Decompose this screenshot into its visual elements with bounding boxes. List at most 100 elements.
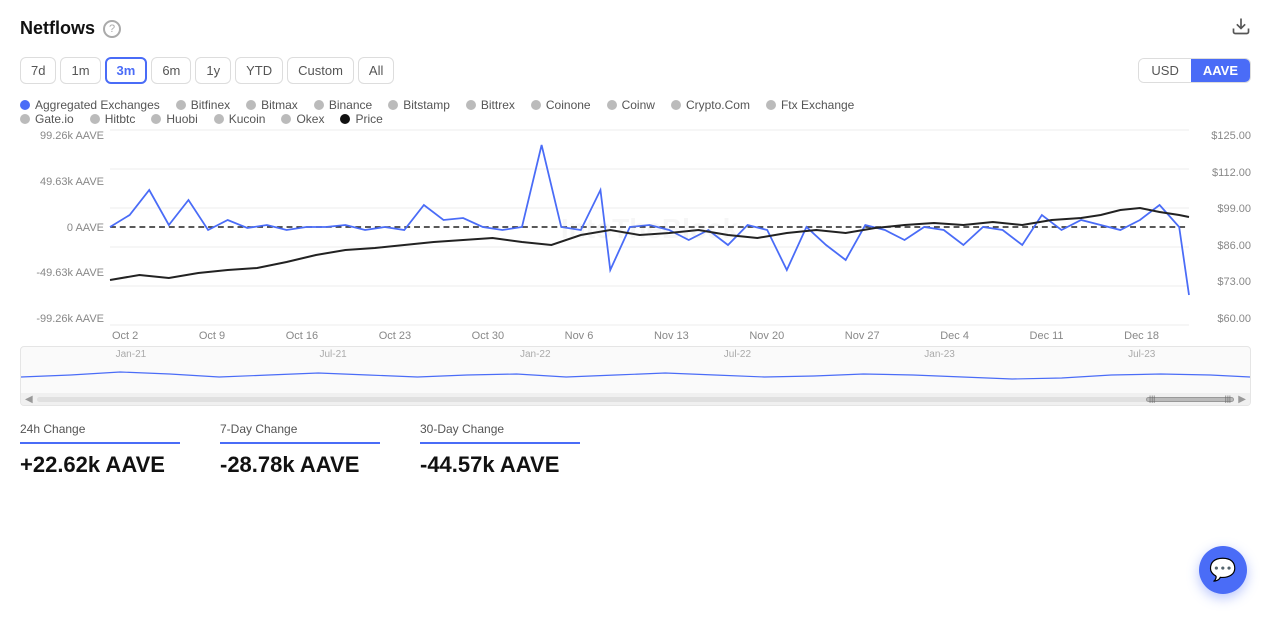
stat-30d-label: 30-Day Change bbox=[420, 422, 600, 436]
legend-item-gateio[interactable]: Gate.io bbox=[20, 112, 74, 126]
currency-btn-aave[interactable]: AAVE bbox=[1191, 59, 1250, 82]
legend-label-cryptocom: Crypto.Com bbox=[686, 98, 750, 112]
x-label-dec18: Dec 18 bbox=[1124, 330, 1159, 342]
y-axis-left: 99.26k AAVE 49.63k AAVE 0 AAVE -49.63k A… bbox=[20, 130, 108, 325]
currency-btn-usd[interactable]: USD bbox=[1139, 59, 1190, 82]
time-buttons: 7d 1m 3m 6m 1y YTD Custom All bbox=[20, 57, 394, 84]
legend-label-bitfinex: Bitfinex bbox=[191, 98, 230, 112]
y-left-4: -49.63k AAVE bbox=[20, 267, 104, 279]
scroll-thumb[interactable]: ||| ||| bbox=[1146, 397, 1234, 402]
y-left-2: 49.63k AAVE bbox=[20, 176, 104, 188]
y-right-6: $60.00 bbox=[1193, 313, 1251, 325]
mini-line bbox=[21, 372, 1250, 379]
time-btn-custom[interactable]: Custom bbox=[287, 57, 354, 84]
mini-label-jul22: Jul-22 bbox=[724, 349, 751, 360]
main-container: Netflows ? 7d 1m 3m 6m 1y YTD Custom All… bbox=[0, 0, 1271, 618]
legend-label-price: Price bbox=[355, 112, 382, 126]
legend-item-coinw[interactable]: Coinw bbox=[607, 98, 655, 112]
scroll-handle-left[interactable]: ||| bbox=[1149, 395, 1155, 404]
time-btn-3m[interactable]: 3m bbox=[105, 57, 148, 84]
legend-label-aggregated: Aggregated Exchanges bbox=[35, 98, 160, 112]
stat-24h-value: +22.62k AAVE bbox=[20, 452, 200, 478]
stat-7d: 7-Day Change -28.78k AAVE bbox=[220, 422, 420, 478]
legend-item-bitfinex[interactable]: Bitfinex bbox=[176, 98, 230, 112]
main-chart-svg bbox=[110, 130, 1189, 325]
legend-dot-hitbtc bbox=[90, 114, 100, 124]
legend-dot-price bbox=[340, 114, 350, 124]
scroll-handle-right[interactable]: ||| bbox=[1225, 395, 1231, 404]
mini-chart[interactable]: Jan-21 Jul-21 Jan-22 Jul-22 Jan-23 Jul-2… bbox=[20, 346, 1251, 406]
help-icon[interactable]: ? bbox=[103, 20, 121, 38]
mini-scrollbar[interactable]: ◀ ||| ||| ▶ bbox=[21, 393, 1250, 405]
mini-label-jan21: Jan-21 bbox=[116, 349, 147, 360]
legend-dot-binance bbox=[314, 100, 324, 110]
legend-item-bitmax[interactable]: Bitmax bbox=[246, 98, 298, 112]
legend-item-coinone[interactable]: Coinone bbox=[531, 98, 591, 112]
legend-dot-ftx bbox=[766, 100, 776, 110]
legend-dot-bitmax bbox=[246, 100, 256, 110]
legend-label-hitbtc: Hitbtc bbox=[105, 112, 136, 126]
legend-item-kucoin[interactable]: Kucoin bbox=[214, 112, 266, 126]
chat-icon: 💬 bbox=[1209, 557, 1236, 583]
time-btn-6m[interactable]: 6m bbox=[151, 57, 191, 84]
legend-label-binance: Binance bbox=[329, 98, 372, 112]
x-label-nov27: Nov 27 bbox=[845, 330, 880, 342]
legend-label-bitstamp: Bitstamp bbox=[403, 98, 450, 112]
legend-dot-bittrex bbox=[466, 100, 476, 110]
legend-item-bitstamp[interactable]: Bitstamp bbox=[388, 98, 450, 112]
scroll-right-arrow[interactable]: ▶ bbox=[1238, 394, 1246, 405]
x-label-dec4: Dec 4 bbox=[940, 330, 969, 342]
legend-item-price[interactable]: Price bbox=[340, 112, 382, 126]
x-label-dec11: Dec 11 bbox=[1030, 330, 1064, 342]
legend-item-cryptocom[interactable]: Crypto.Com bbox=[671, 98, 750, 112]
x-label-nov20: Nov 20 bbox=[749, 330, 784, 342]
legend-dot-coinw bbox=[607, 100, 617, 110]
x-label-oct23: Oct 23 bbox=[379, 330, 411, 342]
mini-label-jul23: Jul-23 bbox=[1128, 349, 1155, 360]
page-title: Netflows bbox=[20, 18, 95, 39]
stat-24h-label: 24h Change bbox=[20, 422, 200, 436]
legend: Aggregated Exchanges Bitfinex Bitmax Bin… bbox=[20, 98, 1251, 112]
y-right-3: $99.00 bbox=[1193, 203, 1251, 215]
stat-24h-divider bbox=[20, 442, 180, 444]
y-right-2: $112.00 bbox=[1193, 167, 1251, 179]
mini-labels: Jan-21 Jul-21 Jan-22 Jul-22 Jan-23 Jul-2… bbox=[21, 349, 1250, 360]
legend-dot-kucoin bbox=[214, 114, 224, 124]
legend-item-huobi[interactable]: Huobi bbox=[151, 112, 197, 126]
scroll-left-arrow[interactable]: ◀ bbox=[25, 394, 33, 405]
chart-wrapper: 99.26k AAVE 49.63k AAVE 0 AAVE -49.63k A… bbox=[20, 130, 1251, 328]
scroll-track[interactable]: ||| ||| bbox=[37, 397, 1234, 402]
legend-label-coinw: Coinw bbox=[622, 98, 655, 112]
y-right-5: $73.00 bbox=[1193, 276, 1251, 288]
time-btn-1y[interactable]: 1y bbox=[195, 57, 231, 84]
legend-item-ftx[interactable]: Ftx Exchange bbox=[766, 98, 854, 112]
legend-item-aggregated[interactable]: Aggregated Exchanges bbox=[20, 98, 160, 112]
x-label-oct16: Oct 16 bbox=[286, 330, 318, 342]
stat-24h: 24h Change +22.62k AAVE bbox=[20, 422, 220, 478]
legend-item-bittrex[interactable]: Bittrex bbox=[466, 98, 515, 112]
legend-item-okex[interactable]: Okex bbox=[281, 112, 324, 126]
y-left-3: 0 AAVE bbox=[20, 222, 104, 234]
x-label-oct9: Oct 9 bbox=[199, 330, 225, 342]
y-right-4: $86.00 bbox=[1193, 240, 1251, 252]
time-btn-7d[interactable]: 7d bbox=[20, 57, 56, 84]
legend-item-binance[interactable]: Binance bbox=[314, 98, 372, 112]
time-btn-ytd[interactable]: YTD bbox=[235, 57, 283, 84]
time-btn-1m[interactable]: 1m bbox=[60, 57, 100, 84]
legend-dot-aggregated bbox=[20, 100, 30, 110]
legend-dot-bitfinex bbox=[176, 100, 186, 110]
chart-svg-container: IntoTheBlock bbox=[110, 130, 1189, 328]
legend-label-okex: Okex bbox=[296, 112, 324, 126]
stat-7d-value: -28.78k AAVE bbox=[220, 452, 400, 478]
legend-label-bittrex: Bittrex bbox=[481, 98, 515, 112]
legend-label-ftx: Ftx Exchange bbox=[781, 98, 854, 112]
stat-7d-label: 7-Day Change bbox=[220, 422, 400, 436]
stats-row: 24h Change +22.62k AAVE 7-Day Change -28… bbox=[20, 422, 1251, 478]
legend-item-hitbtc[interactable]: Hitbtc bbox=[90, 112, 136, 126]
legend-label-coinone: Coinone bbox=[546, 98, 591, 112]
stat-30d: 30-Day Change -44.57k AAVE bbox=[420, 422, 620, 478]
chat-button[interactable]: 💬 bbox=[1199, 546, 1247, 594]
mini-label-jul21: Jul-21 bbox=[319, 349, 346, 360]
time-btn-all[interactable]: All bbox=[358, 57, 394, 84]
download-icon[interactable] bbox=[1231, 16, 1251, 41]
